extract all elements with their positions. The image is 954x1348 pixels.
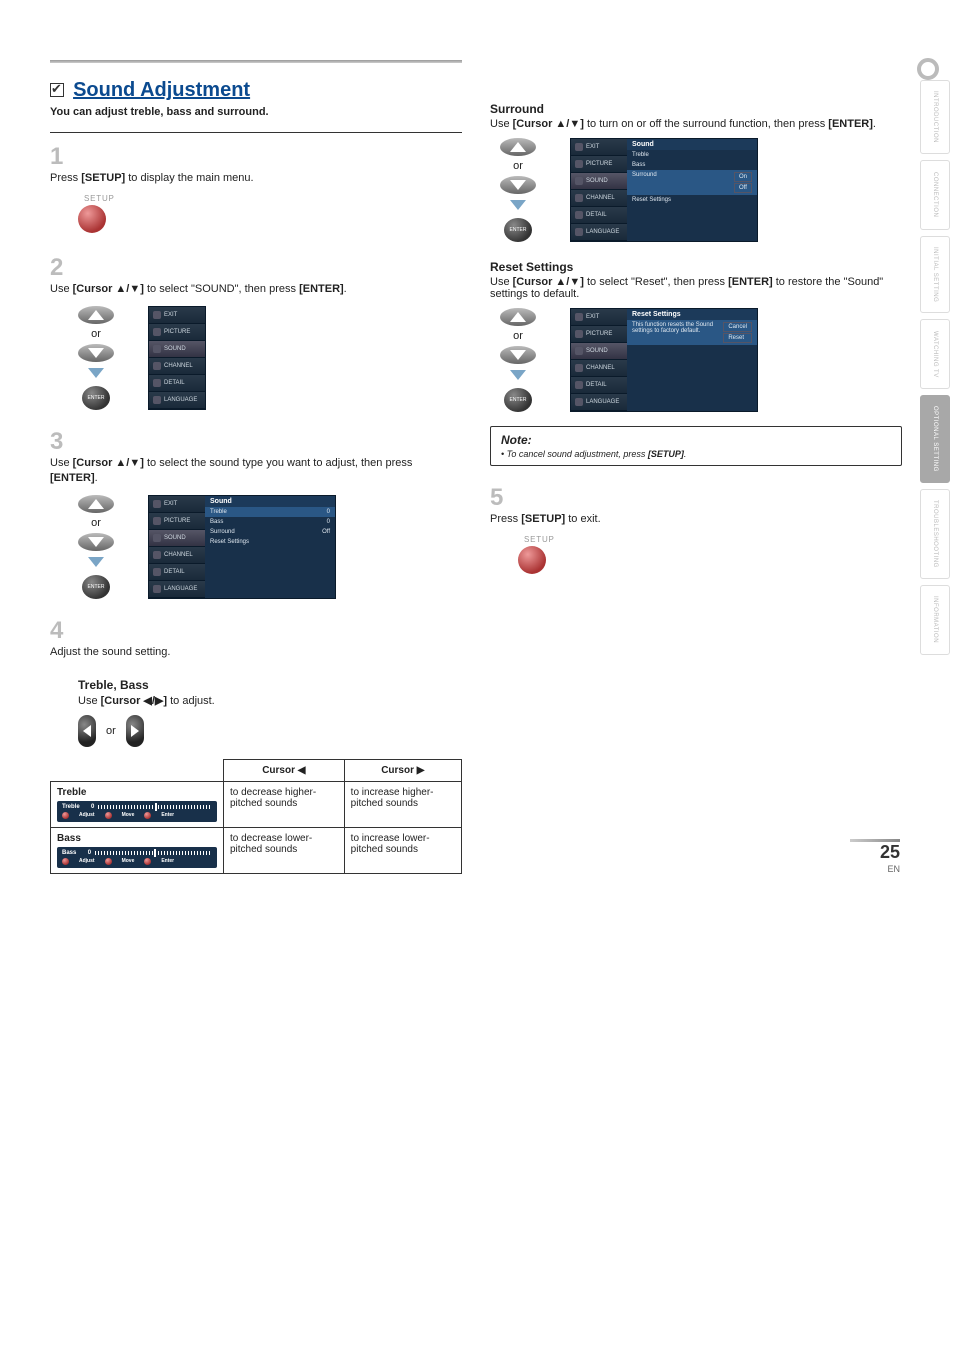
surround-instruction: Use [Cursor ▲/▼] to turn on or off the s… [490, 118, 902, 130]
page-subtitle: You can adjust treble, bass and surround… [50, 106, 462, 118]
side-tab-initial-setting[interactable]: INITIAL SETTING [920, 236, 950, 313]
section-rule [50, 132, 462, 133]
top-rule [50, 60, 462, 63]
cursor-down-button [500, 176, 536, 194]
page-lang: EN [850, 864, 900, 874]
cursor-up-button [500, 308, 536, 326]
setup-button-icon [78, 205, 106, 233]
or-text: or [91, 328, 101, 340]
step-number: 3 [50, 428, 74, 456]
osd-screenshot-surround: EXIT PICTURE SOUND CHANNEL DETAIL LANGUA… [570, 138, 758, 242]
osd-item-sound: SOUND [149, 341, 205, 358]
treble-bass-instruction: Use [Cursor ◀/▶] to adjust. [78, 694, 462, 707]
enter-button-icon: ENTER [82, 386, 110, 410]
side-tab-information[interactable]: INFORMATION [920, 585, 950, 655]
treble-slider-widget: Treble 0 AdjustMoveEnter [57, 801, 217, 822]
cursor-down-button [78, 344, 114, 362]
osd-item-exit: EXIT [149, 307, 205, 324]
setup-button-icon [518, 546, 546, 574]
surround-heading: Surround [490, 102, 902, 116]
step-number: 2 [50, 254, 74, 282]
step-text: Press [SETUP] to display the main menu. [50, 171, 436, 186]
table-row-treble: Treble Treble 0 AdjustMoveEnter [51, 781, 224, 827]
setup-button-label: SETUP [84, 194, 462, 203]
side-tab-connection[interactable]: CONNECTION [920, 160, 950, 230]
step-number: 1 [50, 143, 74, 171]
osd-item-detail: DETAIL [149, 375, 205, 392]
osd-screenshot-sound: EXIT PICTURE SOUND CHANNEL DETAIL LANGUA… [148, 495, 336, 599]
adjust-table: Cursor ◀ Cursor ▶ Treble Treble 0 Adjust… [50, 759, 462, 874]
step-2: 2 Use [Cursor ▲/▼] to select "SOUND", th… [50, 254, 462, 409]
table-head-left: Cursor ◀ [224, 759, 345, 781]
side-tab-optional-setting[interactable]: OPTIONAL SETTING [920, 395, 950, 483]
or-text: or [106, 725, 116, 737]
osd-item-language: LANGUAGE [149, 392, 205, 409]
step-text: Use [Cursor ▲/▼] to select the sound typ… [50, 456, 436, 487]
side-tabs: INTRODUCTION CONNECTION INITIAL SETTING … [920, 20, 950, 874]
table-row-bass: Bass Bass 0 AdjustMoveEnter [51, 827, 224, 873]
side-tab-watching-tv[interactable]: WATCHING TV [920, 319, 950, 389]
enter-button-icon: ENTER [82, 575, 110, 599]
step-text: Press [SETUP] to exit. [490, 512, 876, 527]
setup-button-label: SETUP [524, 535, 902, 544]
step-number: 4 [50, 617, 74, 645]
reset-heading: Reset Settings [490, 260, 902, 274]
osd-item-picture: PICTURE [149, 324, 205, 341]
cursor-down-button [78, 533, 114, 551]
note-title: Note: [501, 433, 891, 447]
step-text: Adjust the sound setting. [50, 645, 436, 660]
table-head-right: Cursor ▶ [344, 759, 461, 781]
or-text: or [91, 517, 101, 529]
note-body: • To cancel sound adjustment, press [SET… [501, 449, 891, 459]
cursor-up-button [500, 138, 536, 156]
note-box: Note: • To cancel sound adjustment, pres… [490, 426, 902, 466]
arrow-down-icon [510, 200, 526, 210]
bass-slider-widget: Bass 0 AdjustMoveEnter [57, 847, 217, 868]
reset-instruction: Use [Cursor ▲/▼] to select "Reset", then… [490, 276, 902, 300]
cursor-right-button [126, 715, 144, 747]
osd-screenshot-menu: EXIT PICTURE SOUND CHANNEL DETAIL LANGUA… [148, 306, 206, 410]
cursor-up-button [78, 495, 114, 513]
enter-button-icon: ENTER [504, 388, 532, 412]
cursor-up-button [78, 306, 114, 324]
step-1: 1 Press [SETUP] to display the main menu… [50, 143, 462, 236]
step-3: 3 Use [Cursor ▲/▼] to select the sound t… [50, 428, 462, 599]
cursor-left-button [78, 715, 96, 747]
side-tab-introduction[interactable]: INTRODUCTION [920, 80, 950, 154]
page-footer: 25 EN [850, 839, 900, 874]
step-5: 5 Press [SETUP] to exit. SETUP [490, 484, 902, 577]
step-4: 4 Adjust the sound setting. [50, 617, 462, 660]
checkbox-icon [50, 83, 64, 97]
or-text: or [513, 160, 523, 172]
step-text: Use [Cursor ▲/▼] to select "SOUND", then… [50, 282, 436, 297]
treble-bass-heading: Treble, Bass [78, 678, 462, 692]
cursor-down-button [500, 346, 536, 364]
step-number: 5 [490, 484, 514, 512]
arrow-down-icon [88, 368, 104, 378]
or-text: or [513, 330, 523, 342]
enter-button-icon: ENTER [504, 218, 532, 242]
osd-screenshot-reset: EXIT PICTURE SOUND CHANNEL DETAIL LANGUA… [570, 308, 758, 412]
side-tab-troubleshooting[interactable]: TROUBLESHOOTING [920, 489, 950, 579]
arrow-down-icon [88, 557, 104, 567]
page-title: Sound Adjustment [73, 79, 250, 101]
osd-item-channel: CHANNEL [149, 358, 205, 375]
arrow-down-icon [510, 370, 526, 380]
page-number: 25 [850, 842, 900, 863]
